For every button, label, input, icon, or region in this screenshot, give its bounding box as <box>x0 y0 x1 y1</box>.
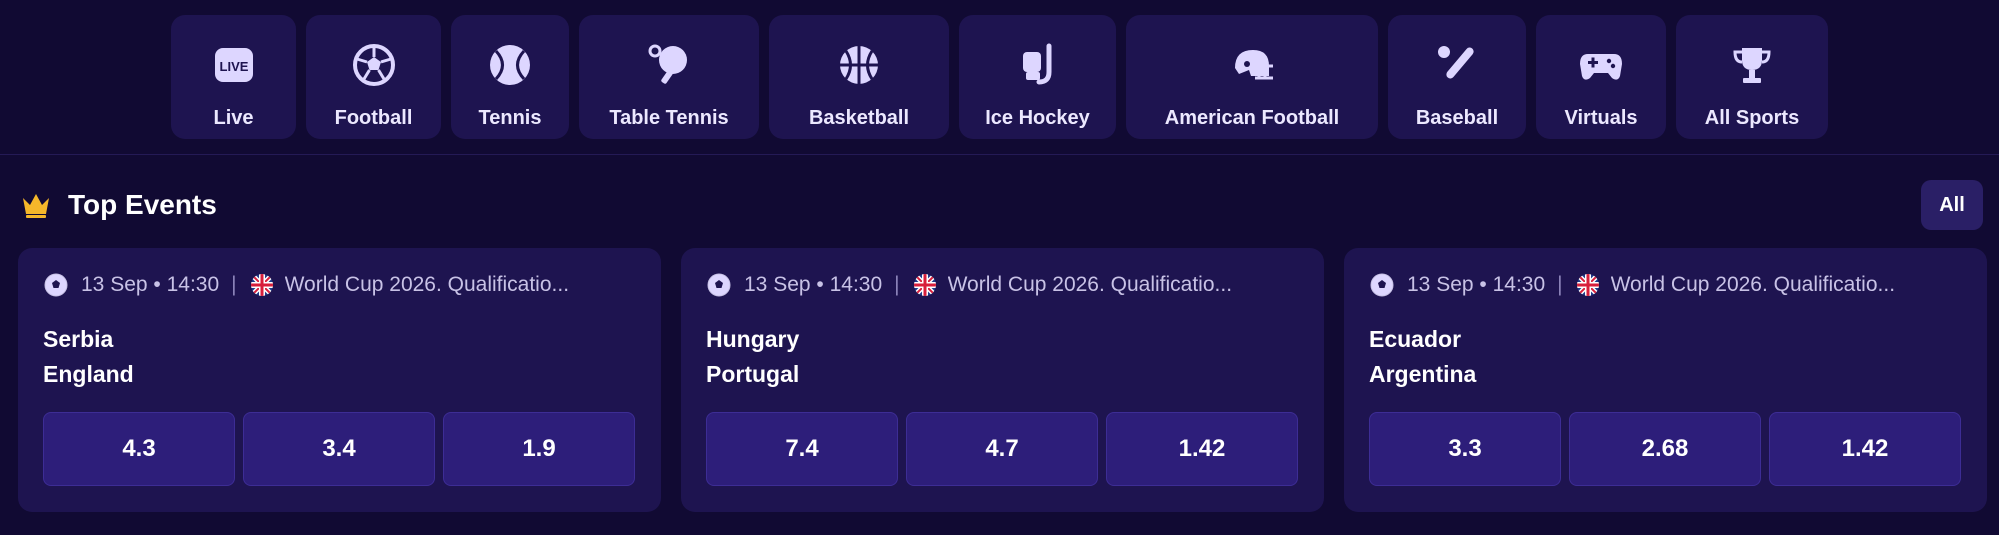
event-teams: Serbia England <box>43 322 637 392</box>
sport-tile-basketball[interactable]: Basketball <box>769 15 949 139</box>
home-team: Hungary <box>706 326 800 352</box>
odd-button-home[interactable]: 7.4 <box>706 412 898 486</box>
helmet-icon <box>1228 41 1276 89</box>
odd-button-home[interactable]: 4.3 <box>43 412 235 486</box>
all-events-button[interactable]: All <box>1921 180 1983 230</box>
soccer-ball-icon <box>350 41 398 89</box>
odd-button-home[interactable]: 3.3 <box>1369 412 1561 486</box>
odds-row: 4.3 3.4 1.9 <box>43 412 635 486</box>
tennis-ball-icon <box>486 41 534 89</box>
sport-label: Table Tennis <box>609 107 729 129</box>
sport-label: Baseball <box>1415 107 1499 129</box>
event-date: 13 Sep • 14:30 <box>744 273 883 296</box>
event-teams: Ecuador Argentina <box>1369 322 1963 392</box>
sport-label: Tennis <box>478 107 542 129</box>
event-meta: 13 Sep • 14:30 | World Cup 2026. Qualifi… <box>1369 272 1963 298</box>
basketball-icon <box>835 41 883 89</box>
sportsbook-page: LIVE Live Football Tennis Table Tennis B… <box>0 0 1999 535</box>
sport-tile-baseball[interactable]: Baseball <box>1388 15 1526 139</box>
sport-tile-live[interactable]: LIVE Live <box>171 15 296 139</box>
soccer-ball-icon <box>1369 272 1395 298</box>
uk-flag-icon <box>249 272 275 298</box>
gamepad-icon <box>1577 41 1625 89</box>
event-meta: 13 Sep • 14:30 | World Cup 2026. Qualifi… <box>706 272 1300 298</box>
event-date: 13 Sep • 14:30 <box>1407 273 1546 296</box>
sport-label: Ice Hockey <box>985 107 1090 129</box>
sport-label: Live <box>213 107 254 129</box>
odd-button-draw[interactable]: 3.4 <box>243 412 435 486</box>
home-team: Serbia <box>43 326 114 352</box>
event-league: World Cup 2026. Qualificatio... <box>1610 273 1896 296</box>
sport-label: American Football <box>1164 107 1340 129</box>
odds-row: 7.4 4.7 1.42 <box>706 412 1298 486</box>
sport-tile-football[interactable]: Football <box>306 15 441 139</box>
live-icon: LIVE <box>210 41 258 89</box>
top-events-header: Top Events All <box>20 180 1983 230</box>
section-title: Top Events <box>68 189 217 220</box>
ping-pong-icon <box>645 41 693 89</box>
soccer-ball-icon <box>706 272 732 298</box>
sport-tile-tennis[interactable]: Tennis <box>451 15 569 139</box>
away-team: Argentina <box>1369 361 1477 387</box>
sport-tile-american-football[interactable]: American Football <box>1126 15 1378 139</box>
sport-label: All Sports <box>1704 107 1800 129</box>
meta-separator: | <box>1557 273 1563 296</box>
sport-label: Basketball <box>808 107 910 129</box>
uk-flag-icon <box>912 272 938 298</box>
trophy-icon <box>1728 41 1776 89</box>
event-card[interactable]: 13 Sep • 14:30 | World Cup 2026. Qualifi… <box>1344 248 1987 512</box>
odd-button-away[interactable]: 1.9 <box>443 412 635 486</box>
nav-divider <box>0 154 1999 155</box>
odds-row: 3.3 2.68 1.42 <box>1369 412 1961 486</box>
soccer-ball-icon <box>43 272 69 298</box>
sport-label: Virtuals <box>1564 107 1638 129</box>
sport-label: Football <box>334 107 413 129</box>
event-card[interactable]: 13 Sep • 14:30 | World Cup 2026. Qualifi… <box>18 248 661 512</box>
sport-tile-ice-hockey[interactable]: Ice Hockey <box>959 15 1116 139</box>
sport-tile-table-tennis[interactable]: Table Tennis <box>579 15 759 139</box>
event-date: 13 Sep • 14:30 <box>81 273 220 296</box>
away-team: England <box>43 361 134 387</box>
hockey-icon <box>1014 41 1062 89</box>
event-meta: 13 Sep • 14:30 | World Cup 2026. Qualifi… <box>43 272 637 298</box>
sport-tile-virtuals[interactable]: Virtuals <box>1536 15 1666 139</box>
crown-icon <box>20 190 52 220</box>
event-cards: 13 Sep • 14:30 | World Cup 2026. Qualifi… <box>18 248 1987 512</box>
live-badge-text: LIVE <box>219 59 248 74</box>
odd-button-draw[interactable]: 2.68 <box>1569 412 1761 486</box>
event-league: World Cup 2026. Qualificatio... <box>284 273 570 296</box>
meta-separator: | <box>231 273 237 296</box>
event-card[interactable]: 13 Sep • 14:30 | World Cup 2026. Qualifi… <box>681 248 1324 512</box>
uk-flag-icon <box>1575 272 1601 298</box>
baseball-icon <box>1433 41 1481 89</box>
odd-button-draw[interactable]: 4.7 <box>906 412 1098 486</box>
event-teams: Hungary Portugal <box>706 322 1300 392</box>
odd-button-away[interactable]: 1.42 <box>1769 412 1961 486</box>
sport-tile-all-sports[interactable]: All Sports <box>1676 15 1828 139</box>
odd-button-away[interactable]: 1.42 <box>1106 412 1298 486</box>
event-league: World Cup 2026. Qualificatio... <box>947 273 1233 296</box>
away-team: Portugal <box>706 361 800 387</box>
home-team: Ecuador <box>1369 326 1462 352</box>
sports-nav: LIVE Live Football Tennis Table Tennis B… <box>171 15 1828 139</box>
meta-separator: | <box>894 273 900 296</box>
